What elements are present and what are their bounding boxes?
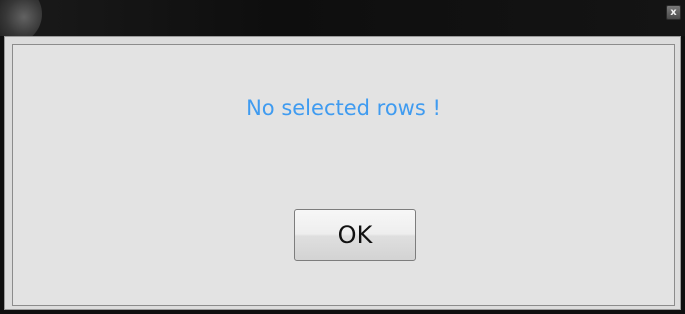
dialog-panel: No selected rows ! OK: [12, 44, 675, 306]
message-text: No selected rows !: [246, 96, 441, 120]
dialog-window: x No selected rows ! OK: [0, 0, 685, 314]
dialog-body: No selected rows ! OK: [4, 36, 681, 310]
title-bar[interactable]: x: [0, 0, 685, 36]
ok-button[interactable]: OK: [294, 209, 416, 261]
close-icon: x: [670, 6, 677, 18]
close-button[interactable]: x: [666, 5, 681, 20]
window-orb-icon: [0, 0, 42, 36]
ok-button-label: OK: [337, 221, 373, 249]
